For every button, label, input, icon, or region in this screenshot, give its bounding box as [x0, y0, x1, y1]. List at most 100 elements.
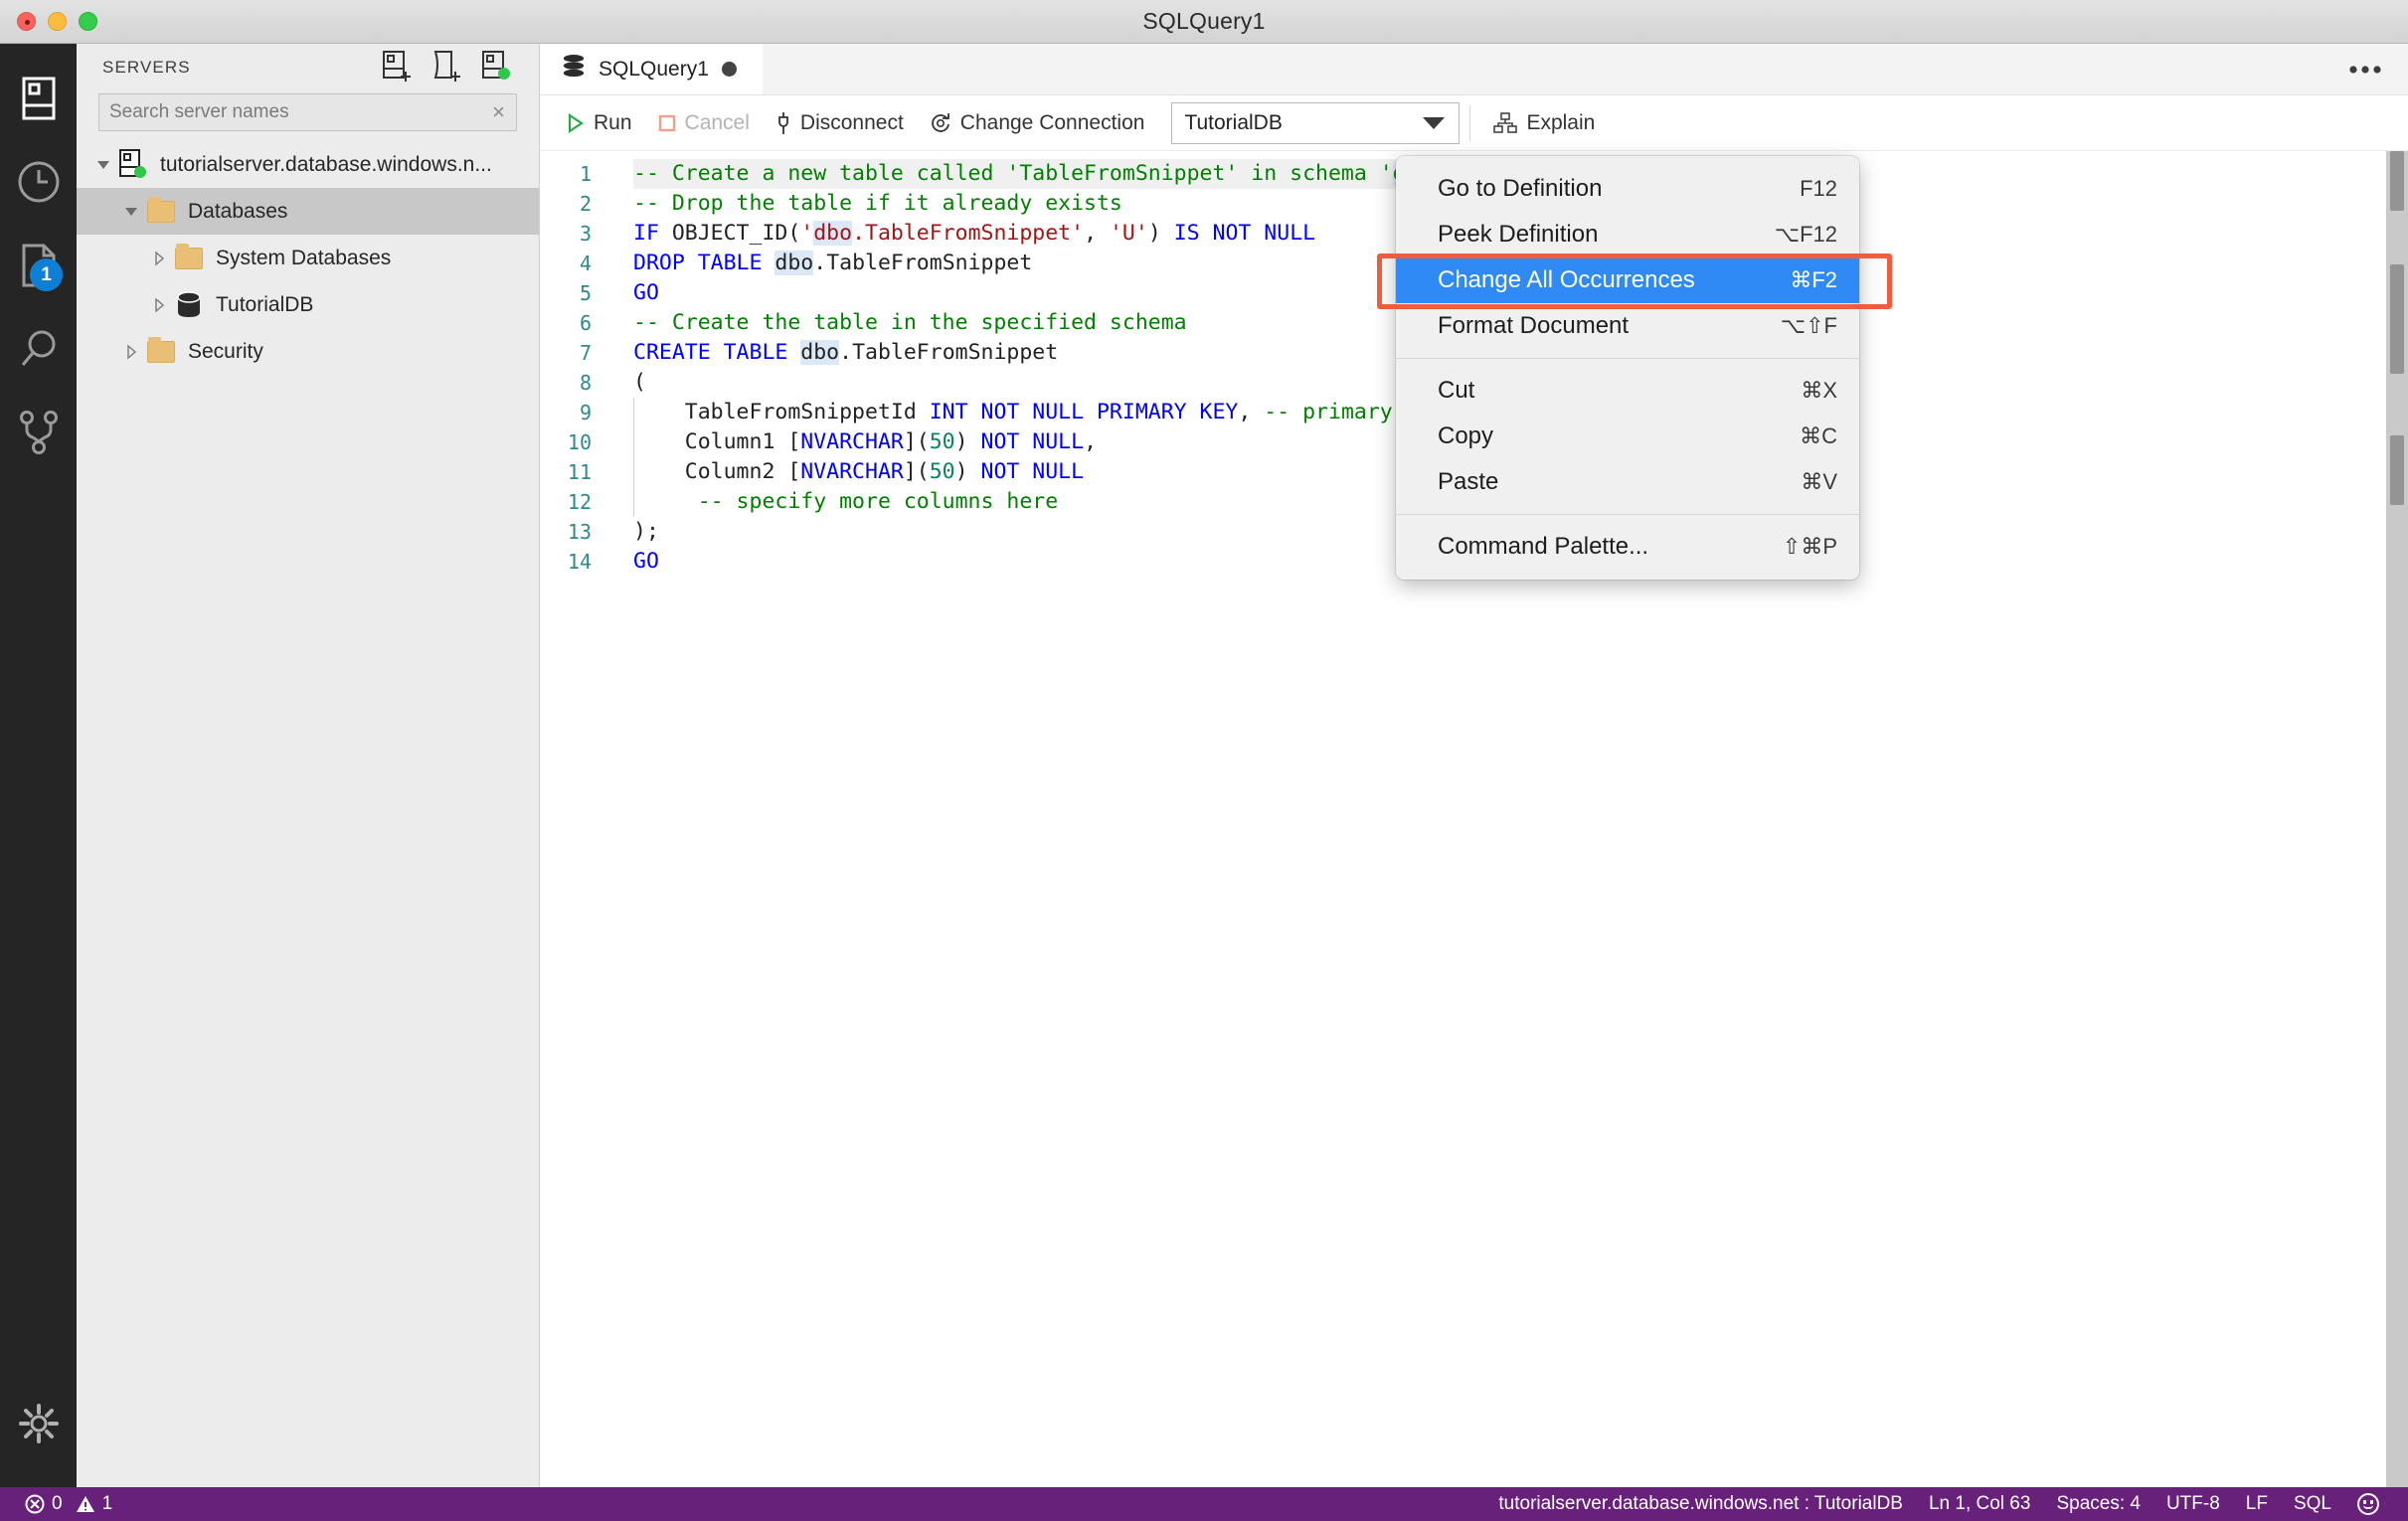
chevron-down-icon: [1423, 116, 1446, 129]
cancel-button[interactable]: Cancel: [645, 102, 763, 144]
code-token: ): [954, 429, 981, 454]
play-icon: [568, 112, 584, 133]
line-number: 8: [579, 371, 592, 395]
sidebar-item-notebooks[interactable]: 1: [0, 224, 77, 307]
activity-bar: 1: [0, 44, 77, 1487]
status-cursor-position[interactable]: Ln 1, Col 63: [1916, 1487, 2043, 1521]
feedback-smiley-icon: [2357, 1493, 2379, 1515]
menu-separator: [1396, 358, 1859, 359]
run-button[interactable]: Run: [554, 102, 645, 144]
menu-item-shortcut: ⌥⇧F: [1780, 313, 1837, 338]
occurrence-highlight: dbo: [774, 251, 814, 275]
connect-server-icon[interactable]: [481, 50, 511, 86]
change-connection-button[interactable]: Change Connection: [917, 102, 1158, 144]
line-number: 6: [579, 311, 592, 335]
error-icon: [25, 1494, 45, 1514]
chevron-right-icon[interactable]: [118, 343, 144, 360]
status-connection[interactable]: tutorialserver.database.windows.net : Tu…: [1485, 1487, 1916, 1521]
tab-label: SQLQuery1: [599, 57, 709, 81]
menu-item-cut[interactable]: Cut ⌘X: [1396, 368, 1859, 414]
line-number: 12: [567, 490, 592, 514]
status-language-mode[interactable]: SQL: [2281, 1487, 2344, 1521]
new-connection-icon[interactable]: [382, 50, 412, 86]
status-encoding[interactable]: UTF-8: [2153, 1487, 2233, 1521]
menu-item-peek-definition[interactable]: Peek Definition ⌥F12: [1396, 212, 1859, 257]
sidebar-item-servers[interactable]: [0, 57, 77, 140]
code-token: ): [1147, 221, 1174, 246]
database-icon: [562, 54, 586, 85]
problems-button[interactable]: 0 1: [12, 1487, 125, 1521]
menu-item-command-palette[interactable]: Command Palette... ⇧⌘P: [1396, 524, 1859, 570]
indent-guide: [633, 427, 634, 457]
tree-item-label: Security: [188, 339, 263, 363]
line-number: 4: [579, 252, 592, 275]
line-number: 11: [567, 460, 592, 484]
query-toolbar: Run Cancel Disconnect Change Connection …: [540, 95, 2408, 151]
line-number: 7: [579, 341, 592, 365]
line-number: 5: [579, 281, 592, 305]
chevron-right-icon[interactable]: [146, 250, 172, 266]
status-eol[interactable]: LF: [2233, 1487, 2281, 1521]
menu-item-shortcut: ⌘C: [1800, 423, 1837, 448]
code-line-text: Column1 [NVARCHAR](50) NOT NULL,: [633, 427, 1097, 457]
menu-item-go-to-definition[interactable]: Go to Definition F12: [1396, 166, 1859, 212]
code-line-text: -- Create a new table called 'TableFromS…: [633, 159, 1447, 189]
menu-item-copy[interactable]: Copy ⌘C: [1396, 414, 1859, 459]
menu-item-format-document[interactable]: Format Document ⌥⇧F: [1396, 303, 1859, 349]
editor-more-actions-button[interactable]: [2348, 44, 2408, 94]
cancel-label: Cancel: [684, 110, 750, 134]
sidebar-item-source-control[interactable]: [0, 391, 77, 474]
tree-item-databases[interactable]: Databases: [77, 188, 539, 235]
code-line-text: GO: [633, 547, 659, 577]
menu-item-shortcut: ⌥F12: [1774, 222, 1837, 247]
sidebar-item-search[interactable]: [0, 307, 77, 391]
gear-icon: [18, 1404, 59, 1443]
clear-search-icon[interactable]: ×: [492, 99, 505, 125]
code-line-text: (: [633, 368, 646, 398]
code-token: .TableFromSnippet': [852, 221, 1085, 246]
code-token: ): [954, 459, 981, 484]
overview-mark: [2390, 435, 2404, 505]
tree-item-label: tutorialserver.database.windows.n...: [160, 152, 492, 176]
code-line-text: IF OBJECT_ID('dbo.TableFromSnippet', 'U'…: [633, 219, 1315, 249]
feedback-button[interactable]: [2344, 1487, 2392, 1521]
servers-panel: SERVERS Search server names × tutorialse…: [77, 44, 540, 1487]
line-number: 14: [567, 550, 592, 574]
tree-item-security[interactable]: Security: [77, 328, 539, 375]
chevron-right-icon[interactable]: [146, 296, 172, 313]
menu-separator: [1396, 514, 1859, 515]
settings-button[interactable]: [0, 1382, 77, 1465]
code-token: ](: [903, 429, 930, 454]
search-icon: [21, 330, 55, 366]
disconnect-button[interactable]: Disconnect: [763, 102, 917, 144]
tree-item-server[interactable]: tutorialserver.database.windows.n...: [77, 141, 539, 188]
explain-label: Explain: [1526, 110, 1596, 134]
menu-item-paste[interactable]: Paste ⌘V: [1396, 459, 1859, 505]
occurrence-highlight: dbo: [813, 221, 853, 246]
tree-item-system-databases[interactable]: System Databases: [77, 235, 539, 281]
database-select[interactable]: TutorialDB: [1171, 101, 1461, 144]
new-server-group-icon[interactable]: [431, 50, 461, 86]
code-token: 50: [929, 459, 955, 484]
database-icon: [172, 290, 206, 319]
server-search: ×: [77, 91, 539, 131]
plug-icon: [778, 111, 788, 134]
explain-button[interactable]: Explain: [1480, 102, 1608, 144]
status-indentation[interactable]: Spaces: 4: [2043, 1487, 2153, 1521]
chevron-down-icon[interactable]: [90, 157, 116, 173]
folder-icon: [144, 196, 178, 223]
sidebar-item-history[interactable]: [0, 140, 77, 224]
editor-context-menu[interactable]: Go to Definition F12 Peek Definition ⌥F12 Ch…: [1396, 156, 1859, 580]
server-tree: tutorialserver.database.windows.n... Dat…: [77, 141, 539, 375]
tree-item-label: Databases: [188, 199, 288, 223]
search-input[interactable]: [98, 93, 517, 131]
indent-guide: [633, 398, 634, 427]
overview-mark: [2390, 151, 2404, 211]
tree-item-tutorialdb[interactable]: TutorialDB: [77, 281, 539, 328]
tab-sqlquery1[interactable]: SQLQuery1: [540, 44, 763, 94]
code-line-text: -- specify more columns here: [633, 487, 1058, 517]
chevron-down-icon[interactable]: [118, 204, 144, 220]
tab-dirty-indicator[interactable]: [721, 62, 737, 77]
